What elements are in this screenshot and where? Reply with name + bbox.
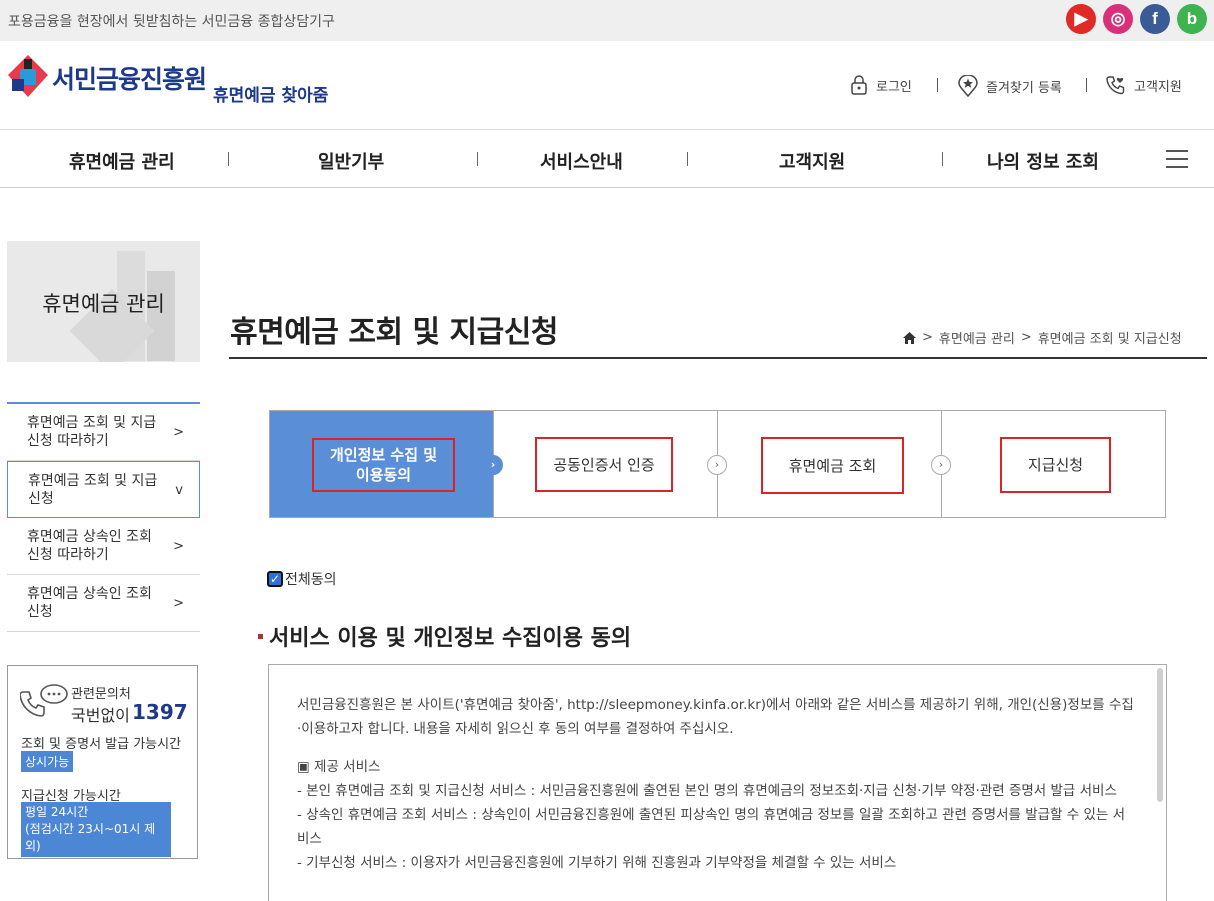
chevron-right-icon: >: [173, 596, 184, 611]
header: 서민금융진흥원 휴면예금 찾아줌 로그인 즐겨찾기 등록 고객지원: [0, 41, 1214, 130]
facebook-icon[interactable]: f: [1140, 4, 1170, 34]
chevron-right-icon: ›: [483, 455, 503, 475]
side-menu-item-heir-inquiry[interactable]: 휴면예금 상속인 조회신청 >: [7, 575, 200, 632]
breadcrumb-item[interactable]: 휴면예금 관리: [939, 328, 1015, 347]
step-label-line: 이용동의: [355, 466, 412, 484]
side-menu-item-guide[interactable]: 휴면예금 조회 및 지급신청 따라하기 >: [7, 404, 200, 461]
breadcrumb-separator: >: [922, 330, 933, 345]
favorite-label: 즐겨찾기 등록: [986, 80, 1062, 96]
top-bar: 포용금융을 현장에서 뒷받침하는 서민금융 종합상담기구 ▶ ◎ f b: [0, 0, 1214, 41]
logo-subtitle[interactable]: 휴면예금 찾아줌: [213, 81, 328, 106]
progress-steps: 개인정보 수집 및 이용동의 › 공동인증서 인증 › 휴면예금 조회 › 지급…: [269, 410, 1166, 518]
gnb-my-info[interactable]: 나의 정보 조회: [987, 148, 1099, 174]
side-menu-item-label: 휴면예금 조회 및 지급신청 따라하기: [27, 415, 157, 449]
bullet-icon: [258, 633, 263, 639]
terms-heading: ▣ 제공 서비스: [297, 759, 381, 775]
logo-mark-icon[interactable]: [8, 55, 48, 97]
login-label: 로그인: [876, 79, 912, 95]
side-menu-item-inquiry[interactable]: 휴면예금 조회 및 지급신청 v: [7, 461, 200, 518]
gnb-dormant-deposit[interactable]: 휴면예금 관리: [69, 148, 175, 174]
side-menu-title-text: 휴면예금 관리: [42, 292, 165, 316]
terms-intro: 서민금융진흥원은 본 사이트('휴면예금 찾아줌', http://sleepm…: [297, 697, 1134, 737]
side-menu-title: 휴면예금 관리: [7, 241, 200, 362]
customer-label: 고객지원: [1134, 79, 1182, 95]
payment-hours-line: 평일 24시간: [25, 805, 89, 819]
gnb-divider: [942, 152, 943, 166]
section-title-text: 서비스 이용 및 개인정보 수집이용 동의: [269, 626, 632, 651]
scrollbar[interactable]: [1157, 668, 1163, 802]
step-payment: 지급신청: [942, 411, 1165, 517]
instagram-icon[interactable]: ◎: [1103, 4, 1133, 34]
breadcrumb-item[interactable]: 휴면예금 조회 및 지급신청: [1038, 328, 1182, 347]
contact-label: 관련문의처: [71, 687, 131, 702]
phone-chat-icon: [20, 684, 68, 717]
terms-line: - 본인 휴면예금 조회 및 지급신청 서비스 : 서민금융진흥원에 출연된 본…: [297, 783, 1117, 799]
side-menu-item-label: 휴면예금 상속인 조회신청 따라하기: [27, 529, 152, 563]
contact-prefix: 국번없이: [71, 706, 130, 725]
main-navigation: 휴면예금 관리 일반기부 서비스안내 고객지원 나의 정보 조회: [0, 130, 1214, 188]
side-menu-item-label: 휴면예금 조회 및 지급신청: [28, 472, 158, 507]
page-title: 휴면예금 조회 및 지급신청: [230, 315, 558, 350]
gnb-divider: [477, 152, 478, 166]
favorite-link[interactable]: 즐겨찾기 등록: [958, 75, 1062, 97]
logo-text[interactable]: 서민금융진흥원: [52, 60, 207, 96]
title-divider: [229, 357, 1207, 359]
side-menu: 휴면예금 조회 및 지급신청 따라하기 > 휴면예금 조회 및 지급신청 v 휴…: [7, 402, 200, 632]
step-label-line: 개인정보 수집 및: [329, 446, 438, 464]
blog-icon[interactable]: b: [1177, 4, 1207, 34]
util-divider: [937, 78, 938, 92]
terms-line: - 상속인 휴면예금 조회 서비스 : 상속인이 서민금융진흥원에 출연된 피상…: [297, 807, 1126, 847]
login-link[interactable]: 로그인: [850, 75, 912, 95]
step-label: 휴면예금 조회: [761, 437, 904, 494]
section-title: 서비스 이용 및 개인정보 수집이용 동의: [258, 620, 631, 652]
payment-hours-note: (점검시간 23시~01시 제외): [25, 822, 156, 853]
phone-heart-icon: [1106, 76, 1125, 95]
side-menu-item-heir-guide[interactable]: 휴면예금 상속인 조회신청 따라하기 >: [7, 518, 200, 575]
breadcrumb-separator: >: [1020, 330, 1032, 345]
breadcrumb: > 휴면예금 관리 > 휴면예금 조회 및 지급신청: [903, 328, 1182, 347]
lock-icon: [851, 75, 867, 95]
bookmark-star-icon: [958, 75, 978, 97]
gnb-donation[interactable]: 일반기부: [318, 148, 384, 174]
agree-all-checkbox[interactable]: ✓: [267, 571, 283, 587]
step-label: 공동인증서 인증: [535, 437, 673, 492]
step-inquiry: 휴면예금 조회 ›: [718, 411, 951, 517]
home-icon[interactable]: [903, 331, 916, 344]
gnb-service-guide[interactable]: 서비스안내: [540, 148, 623, 174]
step-label: 지급신청: [1000, 437, 1111, 493]
contact-box: 관련문의처 국번없이 1397 조회 및 증명서 발급 가능시간 상시가능 지급…: [7, 665, 198, 859]
customer-support-link[interactable]: 고객지원: [1106, 75, 1182, 95]
agree-all-label: 전체동의: [285, 572, 337, 588]
util-divider: [1086, 78, 1087, 92]
chevron-right-icon: >: [173, 539, 184, 554]
gnb-divider: [687, 152, 688, 166]
chevron-down-icon: v: [175, 483, 183, 498]
slogan: 포용금융을 현장에서 뒷받침하는 서민금융 종합상담기구: [8, 14, 335, 30]
gnb-divider: [228, 152, 229, 166]
gnb-customer-support[interactable]: 고객지원: [779, 148, 845, 174]
payment-hours-badge: 평일 24시간 (점검시간 23시~01시 제외): [21, 802, 171, 857]
inquiry-hours-badge: 상시가능: [21, 751, 74, 772]
chevron-right-icon: >: [173, 425, 184, 440]
menu-icon[interactable]: [1166, 150, 1188, 168]
side-menu-item-label: 휴면예금 상속인 조회신청: [27, 586, 152, 620]
terms-line: - 기부신청 서비스 : 이용자가 서민금융진흥원에 기부하기 위해 진흥원과 …: [297, 855, 897, 871]
step-label: 개인정보 수집 및 이용동의: [312, 438, 455, 492]
chevron-right-icon: ›: [931, 455, 951, 475]
youtube-icon[interactable]: ▶: [1066, 4, 1096, 34]
chevron-right-icon: ›: [707, 455, 727, 475]
terms-content: 서민금융진흥원은 본 사이트('휴면예금 찾아줌', http://sleepm…: [297, 693, 1137, 875]
terms-box[interactable]: 서민금융진흥원은 본 사이트('휴면예금 찾아줌', http://sleepm…: [268, 664, 1167, 901]
agree-all[interactable]: ✓ 전체동의: [267, 569, 337, 589]
step-certificate: 공동인증서 인증 ›: [494, 411, 727, 517]
inquiry-hours-label: 조회 및 증명서 발급 가능시간: [21, 737, 182, 752]
step-consent: 개인정보 수집 및 이용동의 ›: [270, 411, 503, 517]
contact-number: 1397: [132, 700, 188, 724]
